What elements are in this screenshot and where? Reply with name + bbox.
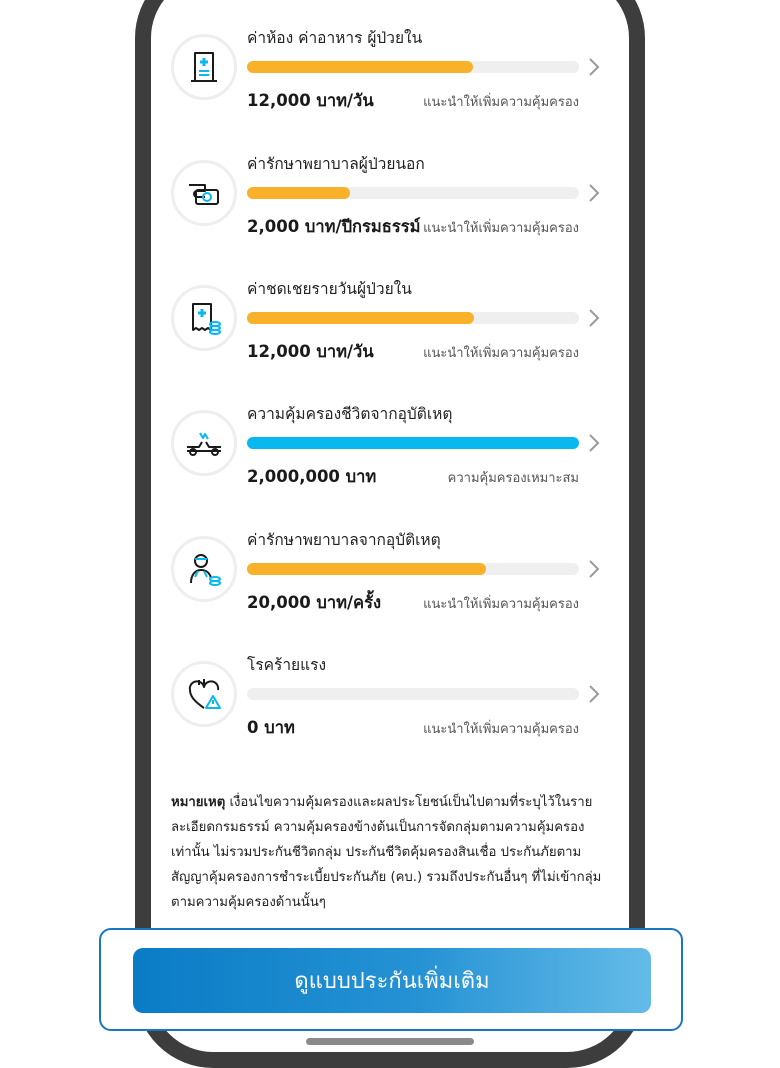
heart-warning-icon xyxy=(171,661,237,727)
coverage-progress-fill xyxy=(247,437,579,449)
view-more-plans-button[interactable]: ดูแบบประกันเพิ่มเติม xyxy=(133,948,651,1013)
coverage-progress-fill xyxy=(247,312,475,324)
note-label: หมายเหตุ xyxy=(171,795,226,810)
coverage-progress-bar xyxy=(247,688,579,700)
coverage-screen: ค่าห้อง ค่าอาหาร ผู้ป่วยใน 12,000 บาท/วั… xyxy=(151,0,629,1050)
coverage-status: แนะนำให้เพิ่มความคุ้มครอง xyxy=(423,95,579,110)
coverage-title: ค่ารักษาพยาบาลจากอุบัติเหตุ xyxy=(247,531,441,549)
coverage-progress-bar xyxy=(247,312,579,324)
coverage-amount: 12,000 บาท/วัน xyxy=(247,91,374,110)
coverage-progress-bar xyxy=(247,61,579,73)
chevron-right-icon[interactable] xyxy=(584,433,604,453)
coverage-item-outpatient[interactable]: ค่ารักษาพยาบาลผู้ป่วยนอก 2,000 บาท/ปีกรม… xyxy=(151,146,629,256)
coverage-status: แนะนำให้เพิ่มความคุ้มครอง xyxy=(423,597,579,612)
chevron-right-icon[interactable] xyxy=(584,183,604,203)
hospital-bed-icon xyxy=(171,34,237,100)
coverage-amount: 2,000,000 บาท xyxy=(247,467,377,486)
coverage-amount: 2,000 บาท/ปีกรมธรรม์ xyxy=(247,217,421,236)
car-accident-icon xyxy=(171,410,237,476)
coverage-progress-fill xyxy=(247,563,487,575)
chevron-right-icon[interactable] xyxy=(584,684,604,704)
coverage-title: ความคุ้มครองชีวิตจากอุบัติเหตุ xyxy=(247,405,453,423)
coverage-status: แนะนำให้เพิ่มความคุ้มครอง xyxy=(423,346,579,361)
coverage-status: แนะนำให้เพิ่มความคุ้มครอง xyxy=(423,722,579,737)
hand-payment-icon xyxy=(171,160,237,226)
coverage-item-accident-medical[interactable]: ค่ารักษาพยาบาลจากอุบัติเหตุ 20,000 บาท/ค… xyxy=(151,522,629,632)
coverage-amount: 20,000 บาท/ครั้ง xyxy=(247,593,382,612)
coverage-title: ค่าห้อง ค่าอาหาร ผู้ป่วยใน xyxy=(247,29,423,47)
note-text: เงื่อนไขความคุ้มครองและผลประโยชน์เป็นไปต… xyxy=(171,795,602,910)
coverage-progress-bar xyxy=(247,563,579,575)
coverage-amount: 0 บาท xyxy=(247,718,295,737)
injured-person-coins-icon xyxy=(171,536,237,602)
coverage-progress-bar xyxy=(247,187,579,199)
coverage-item-inpatient-room[interactable]: ค่าห้อง ค่าอาหาร ผู้ป่วยใน 12,000 บาท/วั… xyxy=(151,20,629,130)
coverage-item-critical-illness[interactable]: โรคร้ายแรง 0 บาท แนะนำให้เพิ่มความคุ้มคร… xyxy=(151,647,629,757)
coverage-progress-fill xyxy=(247,187,350,199)
coverage-status: แนะนำให้เพิ่มความคุ้มครอง xyxy=(423,221,579,236)
coverage-title: ค่าชดเชยรายวันผู้ป่วยใน xyxy=(247,280,412,298)
coverage-item-daily-compensation[interactable]: ค่าชดเชยรายวันผู้ป่วยใน 12,000 บาท/วัน แ… xyxy=(151,271,629,381)
disclaimer-note: หมายเหตุ เงื่อนไขความคุ้มครองและผลประโยช… xyxy=(171,790,611,915)
coverage-title: โรคร้ายแรง xyxy=(247,656,327,674)
cta-card: ดูแบบประกันเพิ่มเติม xyxy=(99,928,683,1031)
coverage-progress-bar xyxy=(247,437,579,449)
chevron-right-icon[interactable] xyxy=(584,559,604,579)
coverage-item-accident-life[interactable]: ความคุ้มครองชีวิตจากอุบัติเหตุ 2,000,000… xyxy=(151,396,629,506)
chevron-right-icon[interactable] xyxy=(584,57,604,77)
coverage-progress-fill xyxy=(247,61,473,73)
coverage-amount: 12,000 บาท/วัน xyxy=(247,342,374,361)
coverage-status: ความคุ้มครองเหมาะสม xyxy=(447,471,579,486)
chevron-right-icon[interactable] xyxy=(584,308,604,328)
coverage-title: ค่ารักษาพยาบาลผู้ป่วยนอก xyxy=(247,155,425,173)
medical-bill-coins-icon xyxy=(171,285,237,351)
home-indicator xyxy=(306,1038,474,1045)
